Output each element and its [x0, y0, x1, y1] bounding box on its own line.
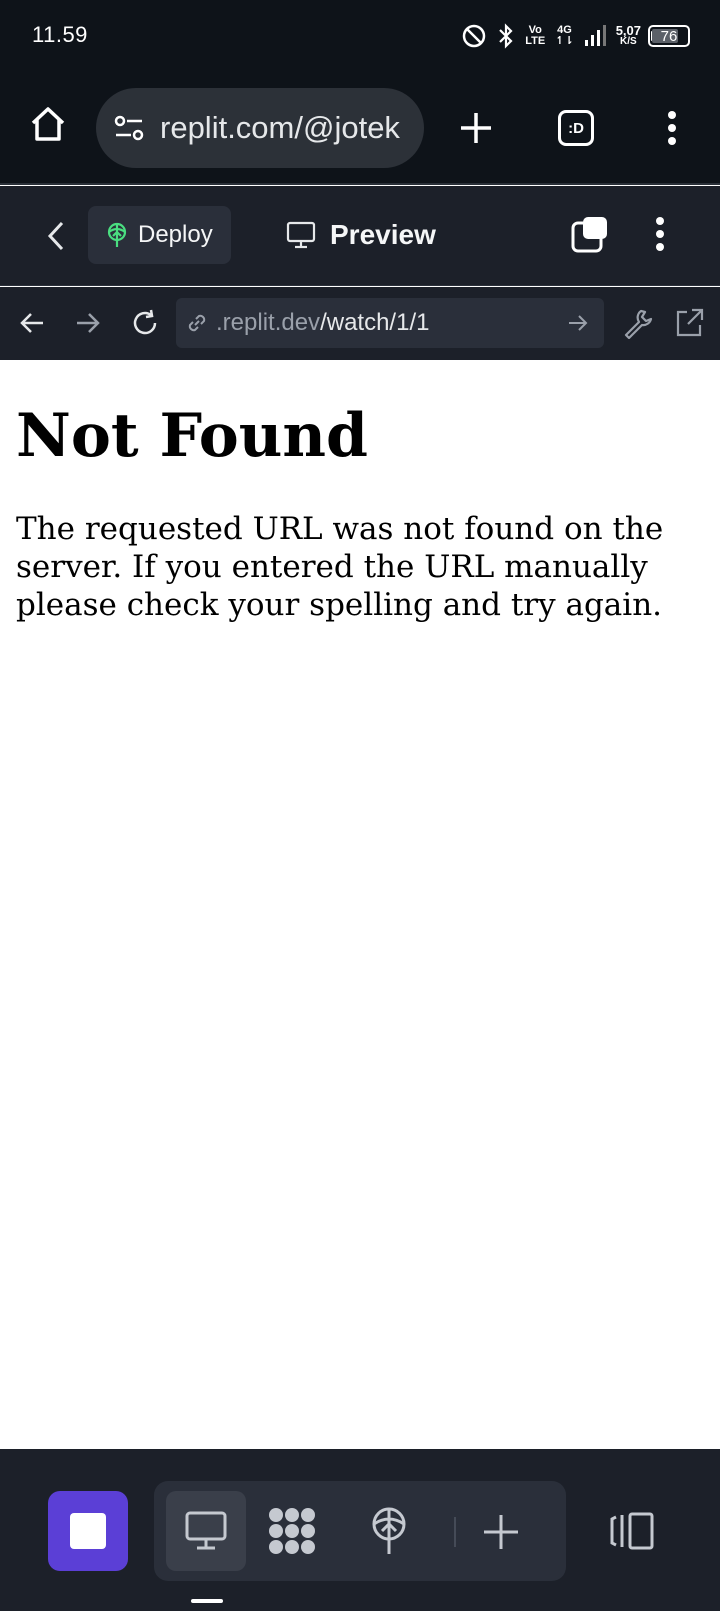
webview-content: Not Found The requested URL was not foun…: [0, 360, 720, 1449]
monitor-icon: [185, 1511, 227, 1550]
gesture-indicator: [191, 1599, 223, 1603]
tab-preview[interactable]: Preview: [286, 206, 436, 264]
preview-label: Preview: [330, 219, 436, 250]
volte-indicator: Vo LTE: [525, 25, 545, 47]
address-bar-url[interactable]: replit.com/@jotek: [160, 110, 410, 146]
bottom-toolbar: [0, 1449, 720, 1611]
webview-url-field[interactable]: .replit.dev/watch/1/1: [176, 298, 604, 348]
network-type: 4G ↿⇂: [555, 25, 573, 47]
battery-icon: 76: [648, 25, 690, 47]
chevron-left-icon[interactable]: [40, 214, 72, 258]
arrow-right-icon[interactable]: [566, 311, 590, 340]
plus-icon[interactable]: [454, 106, 498, 150]
tools-group: [154, 1481, 566, 1581]
deploy-label: Deploy: [138, 221, 213, 248]
deploy-icon: [107, 222, 127, 247]
wrench-icon[interactable]: [618, 304, 656, 342]
do-not-disturb-icon: [463, 24, 486, 48]
external-link-icon[interactable]: [670, 304, 708, 342]
plus-icon[interactable]: [476, 1507, 526, 1557]
battery-level: 76: [660, 27, 678, 45]
arrow-right-icon[interactable]: [70, 305, 106, 341]
page-message: The requested URL was not found on the s…: [16, 511, 664, 623]
status-time: 11.59: [32, 22, 88, 47]
signal-icon: [584, 25, 606, 46]
workflows-icon[interactable]: [266, 1505, 318, 1557]
webview-url-path: /watch/1/1: [320, 309, 430, 336]
console-tool[interactable]: [166, 1491, 246, 1571]
tools-divider: [454, 1517, 456, 1547]
arrow-left-icon[interactable]: [14, 305, 50, 341]
status-bar: 11.59 Vo LTE 4G ↿⇂ 5,07 K/S 76: [0, 0, 720, 72]
monitor-icon: [286, 221, 316, 249]
deploy-icon[interactable]: [364, 1505, 414, 1557]
battery-wrap: 76: [648, 25, 690, 47]
network-bottom: ↿⇂: [555, 35, 574, 47]
net-speed-value: 5,07: [615, 23, 641, 38]
home-icon[interactable]: [26, 102, 70, 146]
stop-icon: [70, 1513, 106, 1549]
net-speed: 5,07 K/S: [615, 23, 641, 47]
more-vert-icon[interactable]: [640, 212, 680, 256]
browser-toolbar: replit.com/@jotek :D: [0, 72, 720, 185]
webview-url-domain: .replit.dev: [216, 309, 321, 336]
webview-url[interactable]: .replit.dev/watch/1/1: [216, 309, 429, 337]
stop-button[interactable]: [48, 1491, 128, 1571]
more-vert-icon[interactable]: [650, 106, 694, 150]
status-icons: Vo LTE 4G ↿⇂ 5,07 K/S 76: [461, 20, 690, 52]
webview-toolbar: .replit.dev/watch/1/1: [0, 287, 720, 360]
reload-icon[interactable]: [126, 304, 164, 342]
layout-icon[interactable]: [606, 1505, 658, 1557]
site-settings-icon[interactable]: [112, 111, 146, 145]
link-icon: [188, 314, 206, 332]
tab-switcher-button[interactable]: :D: [558, 110, 594, 146]
tabs-icon[interactable]: [568, 212, 612, 256]
deploy-button[interactable]: Deploy: [88, 206, 231, 264]
bluetooth-icon: [499, 23, 513, 49]
replit-toolbar: Deploy Preview: [0, 186, 720, 286]
volte-bottom: LTE: [525, 35, 546, 47]
page-heading: Not Found: [16, 401, 369, 471]
address-bar[interactable]: replit.com/@jotek: [96, 88, 424, 168]
